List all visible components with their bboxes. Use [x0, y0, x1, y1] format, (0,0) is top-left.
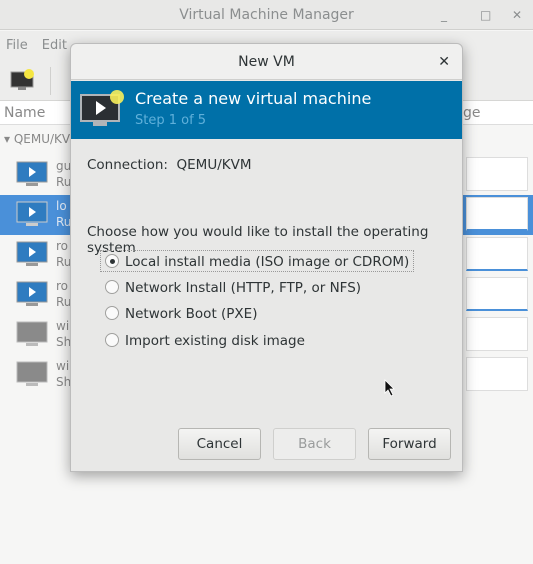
- vm-shutoff-icon: [16, 321, 48, 346]
- cpu-usage-graph: [466, 237, 528, 271]
- connection-value: QEMU/KVM: [176, 157, 252, 173]
- radio-icon[interactable]: [105, 306, 119, 320]
- radio-network-install[interactable]: Network Install (HTTP, FTP, or NFS): [105, 277, 361, 299]
- cancel-button[interactable]: Cancel: [178, 428, 261, 460]
- connection-info: Connection: QEMU/KVM: [87, 157, 252, 173]
- expander-icon[interactable]: ▾: [4, 132, 14, 146]
- vm-shutoff-icon: [16, 361, 48, 386]
- new-vm-dialog: New VM ✕ Create a new virtual machine Ste…: [70, 43, 463, 472]
- radio-label: Local install media (ISO image or CDROM): [125, 254, 410, 270]
- vm-status: Sh: [56, 335, 72, 349]
- menu-edit[interactable]: Edit: [42, 38, 67, 53]
- wizard-banner: Create a new virtual machine Step 1 of 5: [71, 81, 462, 139]
- banner-step: Step 1 of 5: [135, 113, 207, 128]
- cpu-usage-graph: [466, 357, 528, 391]
- vm-status: Sh: [56, 375, 72, 389]
- banner-title: Create a new virtual machine: [135, 89, 372, 108]
- mouse-cursor-icon: [384, 379, 395, 397]
- vm-name: wi: [56, 359, 70, 373]
- dialog-close-button[interactable]: ✕: [438, 44, 450, 80]
- vm-name: ro: [56, 239, 69, 253]
- radio-label: Network Install (HTTP, FTP, or NFS): [125, 280, 362, 296]
- cpu-usage-graph: [466, 317, 528, 351]
- forward-button[interactable]: Forward: [368, 428, 451, 460]
- window-close-button[interactable]: ✕: [512, 0, 522, 30]
- maximize-button[interactable]: □: [480, 0, 491, 30]
- cpu-usage-graph: [466, 197, 528, 231]
- vm-running-icon: [16, 281, 48, 306]
- radio-icon[interactable]: [105, 280, 119, 294]
- vm-name: wi: [56, 319, 70, 333]
- radio-selected-icon[interactable]: [105, 254, 119, 268]
- vm-running-icon: [16, 161, 48, 186]
- toolbar-separator: [50, 67, 51, 95]
- radio-local-media[interactable]: Local install media (ISO image or CDROM): [100, 250, 415, 272]
- vm-name: gu: [56, 159, 72, 173]
- name-column-header[interactable]: Name: [4, 105, 45, 121]
- radio-network-boot[interactable]: Network Boot (PXE): [105, 303, 257, 325]
- usage-column-header[interactable]: ge: [463, 101, 481, 125]
- vm-running-icon: [16, 201, 48, 226]
- menu-file[interactable]: File: [6, 38, 28, 53]
- main-window-titlebar: Virtual Machine Manager: [0, 0, 533, 30]
- connection-row[interactable]: ▾ QEMU/KVM: [4, 132, 80, 146]
- radio-label: Network Boot (PXE): [125, 306, 258, 322]
- vm-name: ro: [56, 279, 69, 293]
- vm-name: lo: [56, 199, 67, 213]
- cpu-usage-graph: [466, 157, 528, 191]
- radio-label: Import existing disk image: [125, 333, 305, 349]
- minimize-button[interactable]: _: [441, 0, 447, 30]
- dialog-title: New VM: [238, 54, 295, 70]
- dialog-titlebar: New VM ✕: [71, 44, 462, 80]
- connection-label: Connection:: [87, 157, 168, 173]
- vm-running-icon: [16, 241, 48, 266]
- window-title: Virtual Machine Manager: [179, 7, 354, 23]
- cpu-usage-graph: [466, 277, 528, 311]
- back-button[interactable]: Back: [273, 428, 356, 460]
- radio-icon[interactable]: [105, 333, 119, 347]
- radio-import-disk[interactable]: Import existing disk image: [105, 330, 305, 352]
- new-vm-icon: [80, 90, 124, 126]
- new-vm-icon[interactable]: [10, 69, 36, 93]
